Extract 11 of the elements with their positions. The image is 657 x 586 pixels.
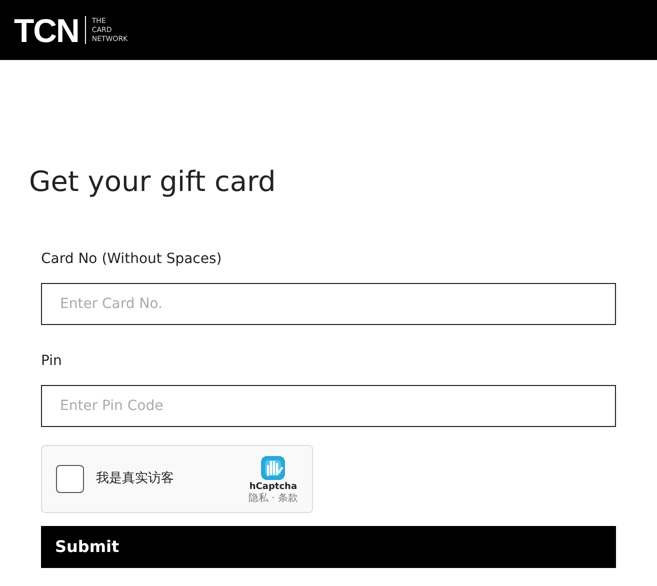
input-field[interactable]: Enter Card No. — [41, 282, 616, 325]
field-label: Card No (Without Spaces) — [41, 250, 223, 269]
captcha-brand: hCaptcha — [249, 483, 298, 493]
logo-text[interactable]: TCN — [14, 14, 79, 46]
submit-button[interactable]: Submit — [41, 526, 616, 568]
captcha-checkbox[interactable] — [56, 464, 84, 493]
input-field[interactable]: Enter Pin Code — [41, 384, 616, 427]
field-label: Pin — [41, 352, 63, 371]
captcha-label: 我是真实访客 — [96, 470, 174, 488]
captcha-links[interactable]: 隐私 · 条款 — [248, 493, 298, 504]
page-title: Get your gift card — [29, 165, 277, 199]
